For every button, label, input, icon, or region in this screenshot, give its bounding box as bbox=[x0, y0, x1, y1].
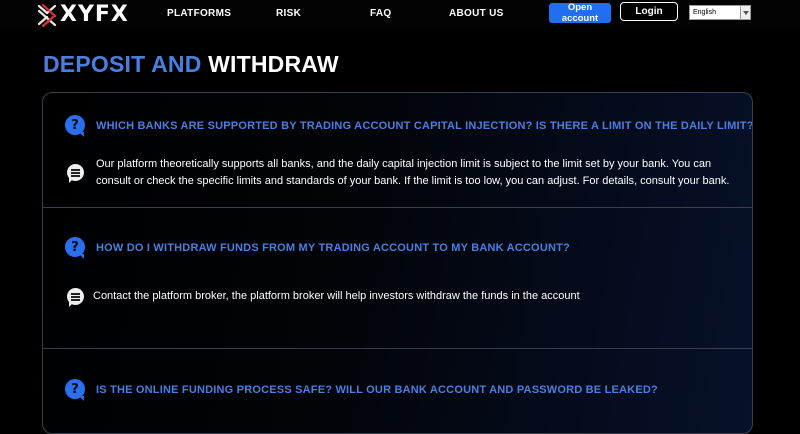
nav-faq[interactable]: FAQ bbox=[370, 8, 391, 19]
faq-question[interactable]: HOW DO I WITHDRAW FUNDS FROM MY TRADING … bbox=[96, 241, 570, 255]
answer-icon bbox=[67, 288, 84, 307]
language-select-value: English bbox=[693, 9, 716, 16]
faq-question[interactable]: IS THE ONLINE FUNDING PROCESS SAFE? WILL… bbox=[96, 383, 658, 397]
logo-text: XYFX bbox=[60, 2, 129, 27]
page-title-main: WITHDRAW bbox=[208, 51, 339, 77]
nav-risk[interactable]: RISK bbox=[276, 8, 301, 19]
top-navbar: XYFX PLATFORMS RISK FAQ ABOUT US Open ac… bbox=[0, 0, 800, 30]
nav-about-us[interactable]: ABOUT US bbox=[449, 8, 504, 19]
nav-platforms[interactable]: PLATFORMS bbox=[167, 8, 231, 19]
question-icon bbox=[65, 379, 85, 401]
login-button[interactable]: Login bbox=[620, 2, 678, 21]
page-title-accent: DEPOSIT AND bbox=[43, 51, 202, 77]
faq-card: WHICH BANKS ARE SUPPORTED BY TRADING ACC… bbox=[42, 92, 753, 434]
chevron-down-icon bbox=[740, 6, 750, 19]
faq-item: WHICH BANKS ARE SUPPORTED BY TRADING ACC… bbox=[43, 93, 752, 208]
faq-answer: Our platform theoretically supports all … bbox=[96, 158, 730, 187]
faq-question[interactable]: WHICH BANKS ARE SUPPORTED BY TRADING ACC… bbox=[96, 119, 752, 133]
faq-item: IS THE ONLINE FUNDING PROCESS SAFE? WILL… bbox=[43, 349, 752, 433]
answer-icon bbox=[67, 164, 84, 183]
page-title: DEPOSIT AND WITHDRAW bbox=[43, 50, 339, 78]
question-icon bbox=[65, 115, 85, 137]
language-select[interactable]: English bbox=[689, 5, 751, 20]
question-icon bbox=[65, 237, 85, 259]
faq-answer: Contact the platform broker, the platfor… bbox=[93, 290, 580, 302]
logo-mark-icon bbox=[37, 3, 57, 28]
brand-logo[interactable]: XYFX bbox=[36, 2, 129, 28]
faq-item: HOW DO I WITHDRAW FUNDS FROM MY TRADING … bbox=[43, 207, 752, 349]
open-account-button[interactable]: Open account bbox=[549, 2, 611, 24]
